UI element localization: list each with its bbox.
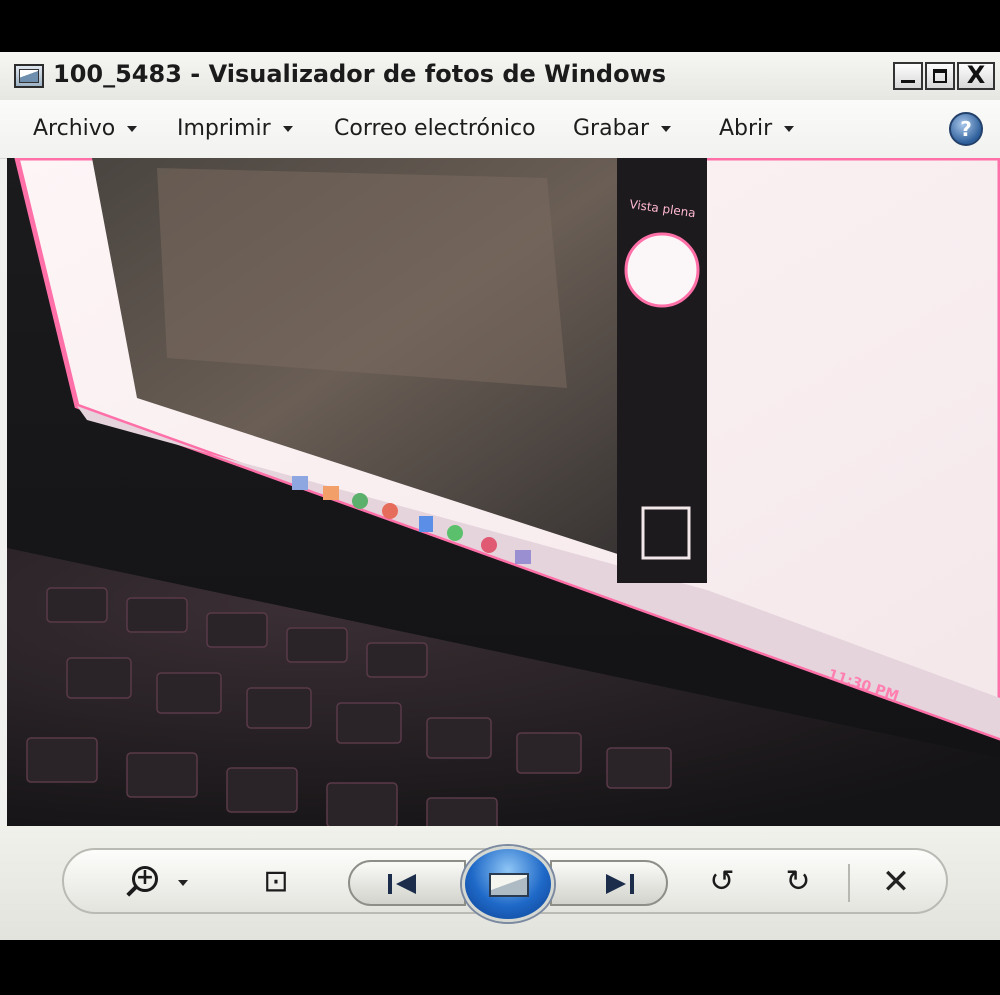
previous-icon — [388, 874, 416, 894]
menu-archivo-label: Archivo — [33, 116, 116, 141]
title-bar[interactable]: 100_5483 - Visualizador de fotos de Wind… — [0, 52, 1000, 100]
toolbar-divider — [848, 864, 850, 902]
menu-bar: Archivo Imprimir Correo electrónico Grab… — [0, 100, 1000, 159]
rotate-left-button[interactable]: ↺ — [700, 864, 744, 900]
menu-grabar-label: Grabar — [573, 116, 650, 141]
zoom-icon: + — [132, 866, 158, 892]
menu-correo-electronico[interactable]: Correo electrónico — [334, 116, 536, 141]
chevron-down-icon — [784, 126, 795, 132]
photo-viewer-window: 100_5483 - Visualizador de fotos de Wind… — [0, 52, 1000, 940]
previous-button[interactable] — [348, 860, 466, 906]
menu-correo-label: Correo electrónico — [334, 116, 536, 141]
menu-imprimir[interactable]: Imprimir — [177, 116, 293, 141]
chevron-down-icon — [127, 126, 138, 132]
photo-viewer-toolbar: + ⊡ ↺ ↻ ✕ — [0, 826, 1000, 940]
close-button[interactable]: X — [957, 62, 995, 90]
chevron-down-icon — [178, 880, 188, 886]
menu-grabar[interactable]: Grabar — [573, 116, 672, 141]
minimize-button[interactable] — [893, 62, 923, 90]
slideshow-icon — [489, 873, 529, 897]
next-button[interactable] — [550, 860, 668, 906]
photo-viewer-app-icon — [14, 64, 44, 88]
navigation-group — [348, 846, 668, 922]
maximize-button[interactable] — [925, 62, 955, 90]
camera-sidebar — [617, 158, 707, 583]
menu-archivo[interactable]: Archivo — [33, 116, 138, 141]
photo-image: Vista plena 11:30 PM — [7, 158, 1000, 826]
camera-face-area — [157, 168, 567, 388]
actual-size-button[interactable]: ⊡ — [254, 864, 298, 900]
menu-abrir-label: Abrir — [719, 116, 773, 141]
zoom-button[interactable]: + — [128, 864, 198, 900]
toolbar-controls: + ⊡ ↺ ↻ ✕ — [62, 846, 948, 922]
delete-button[interactable]: ✕ — [874, 864, 918, 900]
capture-button-graphic — [624, 232, 700, 308]
chevron-down-icon — [661, 126, 672, 132]
window-title: 100_5483 - Visualizador de fotos de Wind… — [53, 60, 667, 88]
next-icon — [606, 874, 634, 894]
photo-display: Vista plena 11:30 PM — [7, 158, 1000, 826]
help-icon[interactable]: ? — [949, 112, 983, 146]
menu-imprimir-label: Imprimir — [177, 116, 271, 141]
menu-abrir[interactable]: Abrir — [719, 116, 795, 141]
chevron-down-icon — [282, 126, 293, 132]
rotate-right-button[interactable]: ↻ — [776, 864, 820, 900]
slideshow-button[interactable] — [462, 846, 554, 922]
